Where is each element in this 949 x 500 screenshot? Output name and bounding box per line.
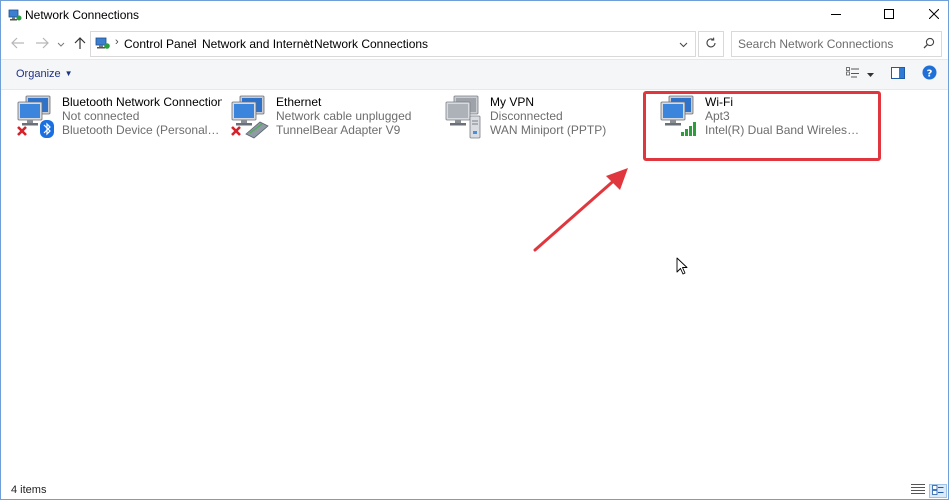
search-input[interactable] — [738, 36, 918, 52]
search-icon[interactable] — [923, 37, 935, 52]
recent-locations-button[interactable] — [55, 36, 67, 52]
status-bar: 4 items — [1, 479, 948, 499]
caret-down-icon — [866, 67, 874, 81]
connection-status: Not connected — [62, 109, 140, 123]
item-count: 4 items — [11, 484, 47, 496]
connection-item-bluetooth[interactable]: Bluetooth Network Connection 3 Not conne… — [16, 93, 226, 153]
wifi-highlight-annotation — [643, 91, 881, 161]
explorer-window: Network Connections › Control Panel › Ne… — [0, 0, 949, 500]
connection-item-vpn[interactable]: My VPN Disconnected WAN Miniport (PPTP) — [444, 93, 644, 153]
connections-list[interactable]: Bluetooth Network Connection 3 Not conne… — [1, 89, 948, 477]
window-title: Network Connections — [25, 8, 140, 22]
back-arrow-icon — [11, 37, 25, 52]
connection-name: Ethernet — [276, 95, 322, 109]
search-box[interactable] — [731, 31, 942, 57]
close-button[interactable] — [911, 1, 949, 29]
breadcrumb-network-and-internet[interactable]: Network and Internet — [202, 37, 313, 51]
network-connections-icon — [8, 8, 22, 25]
preview-pane-button[interactable] — [890, 66, 906, 82]
minimize-icon — [831, 8, 841, 22]
ethernet-network-icon — [230, 94, 269, 139]
close-icon — [928, 8, 940, 22]
connection-device: Bluetooth Device (Personal Area ... — [62, 123, 222, 137]
up-button[interactable] — [71, 36, 89, 52]
title-bar[interactable]: Network Connections — [1, 1, 948, 29]
maximize-button[interactable] — [866, 1, 912, 29]
help-button[interactable]: ? — [921, 65, 937, 83]
details-view-button[interactable] — [910, 484, 926, 496]
svg-text:?: ? — [926, 69, 932, 80]
address-history-button[interactable] — [673, 32, 693, 56]
up-arrow-icon — [74, 36, 86, 53]
connection-item-ethernet[interactable]: Ethernet Network cable unplugged TunnelB… — [230, 93, 440, 153]
address-row: › Control Panel › Network and Internet ›… — [1, 29, 948, 59]
bluetooth-network-icon — [16, 94, 54, 138]
organize-button[interactable]: Organize ▼ — [16, 68, 73, 80]
change-view-icon — [846, 66, 860, 82]
details-view-icon — [911, 483, 925, 497]
connection-device: TunnelBear Adapter V9 — [276, 123, 401, 137]
chevron-right-icon[interactable]: › — [305, 36, 309, 48]
connection-device: WAN Miniport (PPTP) — [490, 123, 607, 137]
connection-status: Disconnected — [490, 109, 563, 123]
help-icon: ? — [922, 65, 937, 83]
address-bar[interactable]: › Control Panel › Network and Internet ›… — [90, 31, 696, 57]
chevron-right-icon[interactable]: › — [115, 36, 119, 48]
connection-name: My VPN — [490, 95, 535, 109]
preview-pane-icon — [891, 66, 905, 82]
command-bar: Organize ▼ ? — [1, 59, 948, 90]
maximize-icon — [884, 8, 894, 22]
minimize-button[interactable] — [813, 1, 859, 29]
refresh-icon — [705, 37, 717, 52]
view-options-button[interactable] — [865, 66, 875, 82]
tiles-view-button[interactable] — [929, 484, 947, 498]
organize-label: Organize — [16, 68, 61, 80]
forward-arrow-icon — [35, 37, 49, 52]
connection-status: Network cable unplugged — [276, 109, 412, 123]
breadcrumb-control-panel[interactable]: Control Panel — [124, 37, 197, 51]
network-connections-icon — [95, 36, 111, 54]
chevron-down-icon — [57, 37, 65, 51]
change-view-button[interactable] — [846, 66, 860, 82]
caret-down-icon: ▼ — [64, 69, 73, 78]
forward-button[interactable] — [33, 36, 51, 52]
tiles-view-icon — [932, 484, 944, 498]
refresh-button[interactable] — [698, 31, 724, 57]
back-button[interactable] — [9, 36, 27, 52]
chevron-down-icon — [679, 37, 688, 51]
vpn-network-icon — [444, 94, 482, 139]
connection-name: Bluetooth Network Connection 3 — [62, 95, 222, 109]
chevron-right-icon[interactable]: › — [193, 36, 197, 48]
breadcrumb-network-connections[interactable]: Network Connections — [314, 37, 428, 51]
